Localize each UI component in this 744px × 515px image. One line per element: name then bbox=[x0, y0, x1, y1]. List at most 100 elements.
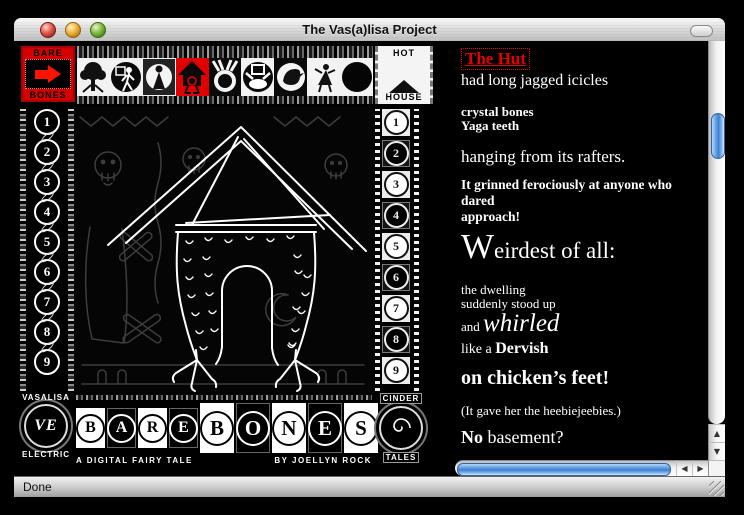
tale-9-link[interactable]: 9 bbox=[382, 357, 410, 384]
story-line: hanging from its rafters. bbox=[461, 147, 708, 167]
chapter-2-link[interactable]: 2 bbox=[34, 139, 60, 165]
checker-border-top bbox=[77, 46, 373, 58]
tale-4-link[interactable]: 4 bbox=[382, 202, 410, 229]
nav-tile-black-moon[interactable] bbox=[340, 58, 373, 96]
nav-tile-bird[interactable] bbox=[274, 58, 307, 96]
tale-2-link[interactable]: 2 bbox=[382, 140, 410, 167]
navigation-frame: BARE BONES bbox=[14, 41, 455, 476]
nav-tile-walking-figure[interactable] bbox=[110, 58, 143, 96]
story-line: had long jagged icicles bbox=[461, 72, 708, 90]
tree-icon bbox=[78, 59, 108, 95]
tale-5-link[interactable]: 5 bbox=[382, 233, 410, 260]
banner-tagline: A DIGITAL FAIRY TALE bbox=[76, 456, 193, 465]
cinder-label: CINDER bbox=[380, 393, 423, 404]
hut-on-legs-icon bbox=[176, 59, 208, 95]
house-label: HOUSE bbox=[378, 92, 430, 102]
chapter-3-link[interactable]: 3 bbox=[34, 169, 60, 195]
left-arrow-icon: ◀ bbox=[681, 464, 687, 473]
window-title: The Vas(a)lisa Project bbox=[14, 22, 725, 37]
chapter-5-link[interactable]: 5 bbox=[34, 229, 60, 255]
nav-tile-hut-on-legs[interactable] bbox=[176, 58, 209, 96]
baba-yaga-hut-illustration[interactable] bbox=[74, 107, 372, 392]
barebones-banner: B A R E B O N E S A DIGITAL FAIRY TALE B… bbox=[76, 395, 372, 465]
story-line: and whirled bbox=[461, 311, 708, 340]
browser-content: BARE BONES bbox=[14, 41, 725, 476]
status-text: Done bbox=[23, 480, 52, 494]
chapter-4-link[interactable]: 4 bbox=[34, 199, 60, 225]
chapter-8-link[interactable]: 8 bbox=[34, 319, 60, 345]
scrollbar-corner bbox=[708, 460, 725, 476]
tale-6-link[interactable]: 6 bbox=[382, 264, 410, 291]
left-chapter-rail: 1 2 3 4 5 6 7 8 9 bbox=[20, 109, 74, 391]
bare-bones-home-tile[interactable]: BARE BONES bbox=[21, 46, 75, 102]
story-line: crystal bonesYaga teeth bbox=[461, 105, 708, 133]
cinder-tales-logo[interactable]: CINDER TALES bbox=[373, 393, 429, 463]
scroll-down-button[interactable]: ▼ bbox=[708, 442, 725, 460]
vertical-scroll-track[interactable] bbox=[708, 41, 725, 424]
toolbar-toggle-button[interactable] bbox=[690, 25, 713, 37]
bare-label: BARE bbox=[21, 48, 75, 58]
nav-tile-hands-gift[interactable] bbox=[241, 58, 274, 96]
banner-letter-tile[interactable]: E bbox=[169, 408, 198, 448]
horizontal-scroll-thumb[interactable] bbox=[457, 463, 671, 476]
scroll-right-button[interactable]: ▶ bbox=[692, 460, 708, 476]
right-chapter-rail: 1 2 3 4 5 6 7 8 9 bbox=[375, 109, 419, 391]
hot-label: HOT bbox=[378, 48, 430, 58]
hands-gift-icon bbox=[242, 59, 274, 95]
banner-letter-tile[interactable]: O bbox=[236, 403, 270, 453]
resize-grip[interactable] bbox=[709, 481, 724, 496]
chapter-6-link[interactable]: 6 bbox=[34, 259, 60, 285]
nav-tile-tree[interactable] bbox=[77, 58, 110, 96]
nav-tile-standing-figure[interactable] bbox=[143, 58, 176, 96]
horizontal-scrollbar[interactable]: ◀ ▶ bbox=[455, 460, 708, 476]
chapter-1-link[interactable]: 1 bbox=[34, 109, 60, 135]
checker-border-banner bbox=[76, 395, 372, 400]
banner-letter-tile[interactable]: R bbox=[138, 408, 167, 448]
vertical-scrollbar[interactable]: ▲ ▼ bbox=[708, 41, 725, 476]
banner-byline: BY JOELLYN ROCK bbox=[274, 456, 372, 465]
banner-letter-tile[interactable]: E bbox=[308, 403, 342, 453]
scroll-up-button[interactable]: ▲ bbox=[708, 424, 725, 442]
electric-label: ELECTRIC bbox=[22, 450, 70, 459]
walking-figure-icon bbox=[110, 59, 142, 95]
status-bar: Done bbox=[14, 476, 725, 497]
the-hut-link[interactable]: The Hut bbox=[461, 48, 530, 70]
hot-house-tile[interactable]: HOT HOUSE bbox=[375, 46, 433, 104]
tale-3-link[interactable]: 3 bbox=[382, 171, 410, 198]
story-line: suddenly stood up bbox=[461, 297, 708, 311]
banner-letter-tile[interactable]: N bbox=[272, 403, 306, 453]
right-arrow-icon bbox=[35, 65, 61, 83]
vasalisa-electric-logo[interactable]: VASALISA VE ELECTRIC bbox=[18, 393, 74, 459]
story-line: the dwelling bbox=[461, 283, 708, 297]
spiral-icon bbox=[379, 406, 423, 450]
nav-tile-hands-ring[interactable] bbox=[209, 58, 242, 96]
chapter-9-link[interactable]: 9 bbox=[34, 349, 60, 375]
story-line: like a Dervish bbox=[461, 340, 708, 358]
tale-8-link[interactable]: 8 bbox=[382, 326, 410, 353]
red-arrow-box bbox=[25, 59, 71, 89]
tale-1-link[interactable]: 1 bbox=[382, 109, 410, 136]
scroll-left-button[interactable]: ◀ bbox=[676, 460, 692, 476]
dancer-icon bbox=[308, 59, 340, 95]
banner-letter-tile[interactable]: B bbox=[76, 408, 105, 448]
screenshot-stage: The Vas(a)lisa Project BARE BONES bbox=[0, 0, 744, 515]
tales-label: TALES bbox=[383, 452, 420, 463]
window-titlebar[interactable]: The Vas(a)lisa Project bbox=[14, 18, 725, 42]
checker-border-bottom bbox=[77, 96, 373, 104]
up-arrow-house-icon bbox=[378, 70, 430, 80]
filmstrip-sprocket-icon bbox=[375, 109, 380, 391]
tale-7-link[interactable]: 7 bbox=[382, 295, 410, 322]
story-frame: The Hut had long jagged icicles crystal … bbox=[455, 41, 708, 460]
down-arrow-icon: ▼ bbox=[714, 447, 720, 456]
browser-window: The Vas(a)lisa Project BARE BONES bbox=[14, 18, 725, 497]
banner-letter-tile[interactable]: A bbox=[107, 408, 136, 448]
story-line: It grinned ferociously at anyone who dar… bbox=[461, 177, 708, 225]
nav-tile-dancer[interactable] bbox=[307, 58, 340, 96]
right-arrow-icon: ▶ bbox=[697, 464, 703, 473]
story-line: No basement? bbox=[461, 427, 708, 448]
vasalisa-label: VASALISA bbox=[22, 393, 70, 402]
banner-letter-tile[interactable]: B bbox=[200, 403, 234, 453]
vertical-scroll-thumb[interactable] bbox=[711, 113, 725, 159]
horizontal-scroll-track[interactable] bbox=[455, 460, 676, 476]
chapter-7-link[interactable]: 7 bbox=[34, 289, 60, 315]
